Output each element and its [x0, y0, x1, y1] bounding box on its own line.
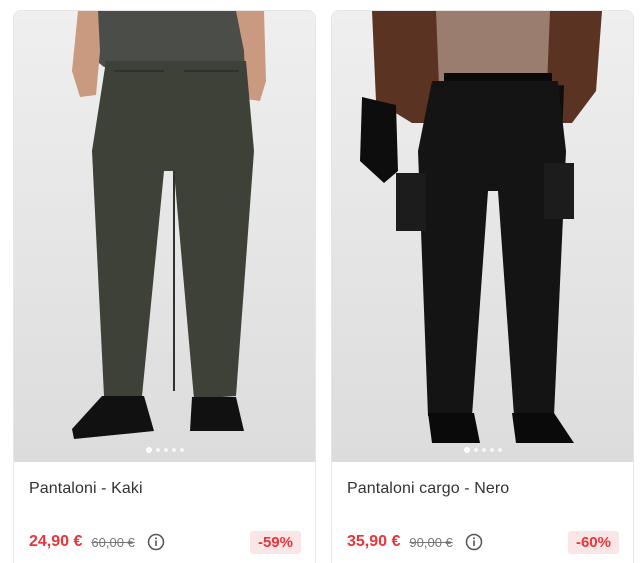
product-card[interactable]: Pantaloni cargo - Nero 35,90 € 90,00 € -…: [331, 10, 634, 563]
product-card[interactable]: Pantaloni - Kaki 24,90 € 60,00 € -59%: [13, 10, 316, 563]
product-image[interactable]: [332, 11, 633, 462]
image-carousel-dots[interactable]: [463, 447, 502, 453]
discount-badge: -59%: [249, 530, 301, 554]
original-price: 60,00 €: [91, 534, 135, 550]
price-row: 35,90 € 90,00 € -60%: [347, 529, 619, 555]
current-price: 24,90 €: [29, 533, 83, 550]
carousel-dot[interactable]: [145, 447, 152, 453]
original-price: 90,00 €: [409, 534, 453, 550]
carousel-dot[interactable]: [497, 448, 502, 452]
price-row: 24,90 € 60,00 € -59%: [29, 529, 301, 555]
current-price: 35,90 €: [347, 533, 401, 550]
carousel-dot[interactable]: [155, 448, 160, 452]
info-circle-icon[interactable]: [465, 533, 483, 551]
product-grid: Pantaloni - Kaki 24,90 € 60,00 € -59% Pa…: [0, 0, 640, 563]
product-image-khaki-trousers: [72, 11, 266, 439]
carousel-dot[interactable]: [463, 447, 470, 453]
product-title[interactable]: Pantaloni - Kaki: [29, 480, 143, 498]
carousel-dot[interactable]: [489, 448, 494, 452]
image-carousel-dots[interactable]: [145, 447, 184, 453]
carousel-dot[interactable]: [163, 448, 168, 452]
product-image[interactable]: [14, 11, 315, 462]
carousel-dot[interactable]: [481, 448, 486, 452]
carousel-dot[interactable]: [473, 448, 478, 452]
carousel-dot[interactable]: [179, 448, 184, 452]
product-image-black-cargo-trousers: [360, 11, 602, 443]
discount-badge: -60%: [567, 530, 619, 554]
carousel-dot[interactable]: [171, 448, 176, 452]
product-title[interactable]: Pantaloni cargo - Nero: [347, 480, 509, 498]
info-circle-icon[interactable]: [147, 533, 165, 551]
